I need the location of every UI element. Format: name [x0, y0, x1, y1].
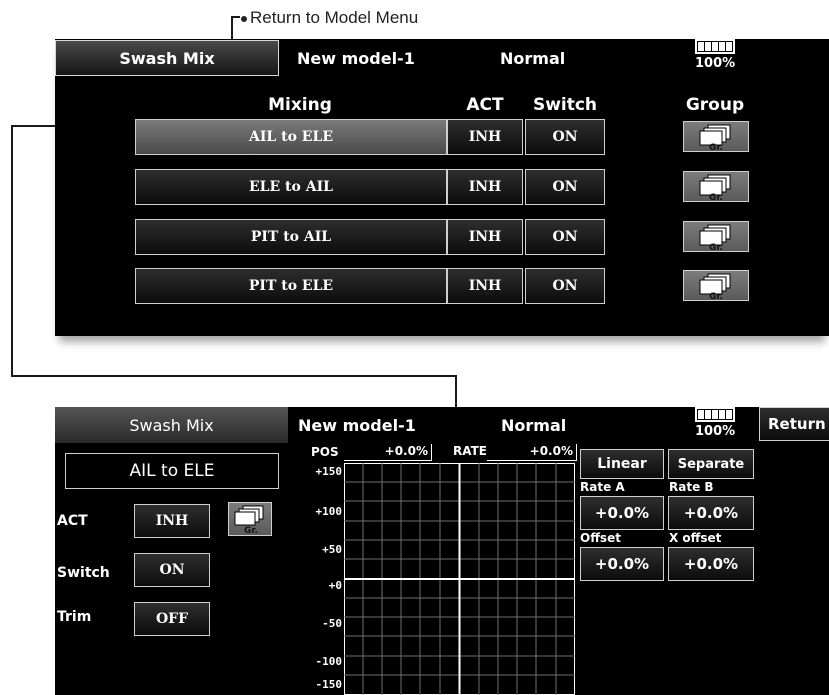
offset-button[interactable]: +0.0%: [580, 547, 664, 581]
group-button[interactable]: Gr.: [683, 121, 749, 153]
y-tick-label: +150: [315, 465, 343, 478]
act-button[interactable]: INH: [447, 119, 523, 155]
mix-list-screen: Swash Mix New model-1 Normal 100% Mixing…: [55, 39, 829, 336]
svg-text:Gr.: Gr.: [244, 526, 258, 536]
mix-row-name[interactable]: AIL to ELE: [135, 119, 447, 155]
connector-line: [11, 125, 13, 377]
mix-name-button[interactable]: AIL to ELE: [65, 453, 279, 489]
y-tick-label: +50: [322, 543, 342, 556]
svg-text:Gr.: Gr.: [709, 243, 723, 253]
group-button[interactable]: Gr.: [683, 221, 749, 253]
act-button[interactable]: INH: [447, 268, 523, 304]
battery-indicator: 100%: [695, 39, 735, 71]
rate-b-button[interactable]: +0.0%: [668, 496, 754, 530]
group-icon: Gr.: [699, 224, 731, 253]
header-act: ACT: [466, 95, 504, 115]
switch-button[interactable]: ON: [525, 169, 605, 205]
switch-button[interactable]: ON: [525, 268, 605, 304]
svg-text:Gr.: Gr.: [709, 193, 723, 203]
act-button[interactable]: INH: [134, 504, 210, 538]
act-button[interactable]: INH: [447, 169, 523, 205]
rate-value: +0.0%: [487, 444, 577, 461]
condition-name: Normal: [501, 416, 567, 435]
switch-button[interactable]: ON: [525, 219, 605, 255]
y-tick-label: +0: [328, 579, 342, 592]
swash-mix-tab[interactable]: Swash Mix: [55, 40, 279, 76]
rate-a-button[interactable]: +0.0%: [580, 496, 664, 530]
rate-a-label: Rate A: [580, 480, 625, 494]
connector-line: [455, 375, 457, 409]
battery-icon: [695, 407, 735, 422]
y-tick-label: -150: [315, 678, 343, 691]
group-icon: Gr.: [699, 124, 731, 153]
header-mixing: Mixing: [268, 95, 332, 115]
return-button[interactable]: Return: [759, 407, 829, 441]
battery-icon: [695, 39, 735, 54]
connector-line: [11, 375, 457, 377]
x-offset-label: X offset: [669, 531, 722, 545]
y-axis: +150 +100 +50 +0 -50 -100 -150: [295, 463, 343, 695]
tab-label: Swash Mix: [129, 415, 214, 435]
header-group: Group: [685, 95, 745, 115]
switch-button[interactable]: ON: [134, 553, 210, 587]
mix-row-name[interactable]: PIT to AIL: [135, 219, 447, 255]
mix-detail-screen: Swash Mix New model-1 Normal 100% Return…: [55, 407, 829, 695]
rate-b-label: Rate B: [669, 480, 714, 494]
pos-label: POS: [311, 445, 339, 459]
tab-label: Swash Mix: [119, 48, 215, 68]
swash-mix-tab[interactable]: Swash Mix: [55, 407, 288, 443]
svg-text:Gr.: Gr.: [709, 292, 723, 302]
group-icon: Gr.: [234, 505, 264, 536]
y-tick-label: -50: [322, 617, 342, 630]
group-button[interactable]: Gr.: [683, 171, 749, 203]
return-annotation-text: Return to Model Menu: [250, 8, 419, 27]
rate-label: RATE: [453, 444, 487, 458]
battery-indicator: 100%: [695, 407, 735, 439]
trim-button[interactable]: OFF: [134, 602, 210, 636]
offset-label: Offset: [580, 531, 621, 545]
battery-percent: 100%: [695, 56, 736, 71]
switch-button[interactable]: ON: [525, 119, 605, 155]
group-icon: Gr.: [699, 174, 731, 203]
y-tick-label: +100: [315, 505, 343, 518]
mix-row-name[interactable]: ELE to AIL: [135, 169, 447, 205]
mix-row-name[interactable]: PIT to ELE: [135, 268, 447, 304]
switch-label: Switch: [57, 565, 110, 581]
group-button[interactable]: Gr.: [228, 502, 272, 536]
group-icon: Gr.: [699, 273, 731, 302]
trim-label: Trim: [57, 609, 92, 625]
model-name: New model-1: [297, 49, 415, 68]
callout-line: [231, 16, 240, 18]
battery-percent: 100%: [695, 424, 736, 439]
linear-button[interactable]: Linear: [580, 449, 664, 479]
header-switch: Switch: [532, 95, 598, 115]
mix-curve-graph[interactable]: [344, 463, 575, 695]
pos-value: +0.0%: [344, 444, 432, 461]
callout-dot: [241, 16, 247, 22]
separate-button[interactable]: Separate: [668, 449, 754, 479]
group-button[interactable]: Gr.: [683, 270, 749, 302]
act-button[interactable]: INH: [447, 219, 523, 255]
svg-text:Gr.: Gr.: [709, 143, 723, 153]
y-tick-label: -100: [315, 655, 343, 668]
condition-name: Normal: [500, 49, 566, 68]
act-label: ACT: [57, 513, 88, 529]
model-name: New model-1: [298, 416, 416, 435]
x-offset-button[interactable]: +0.0%: [668, 547, 754, 581]
